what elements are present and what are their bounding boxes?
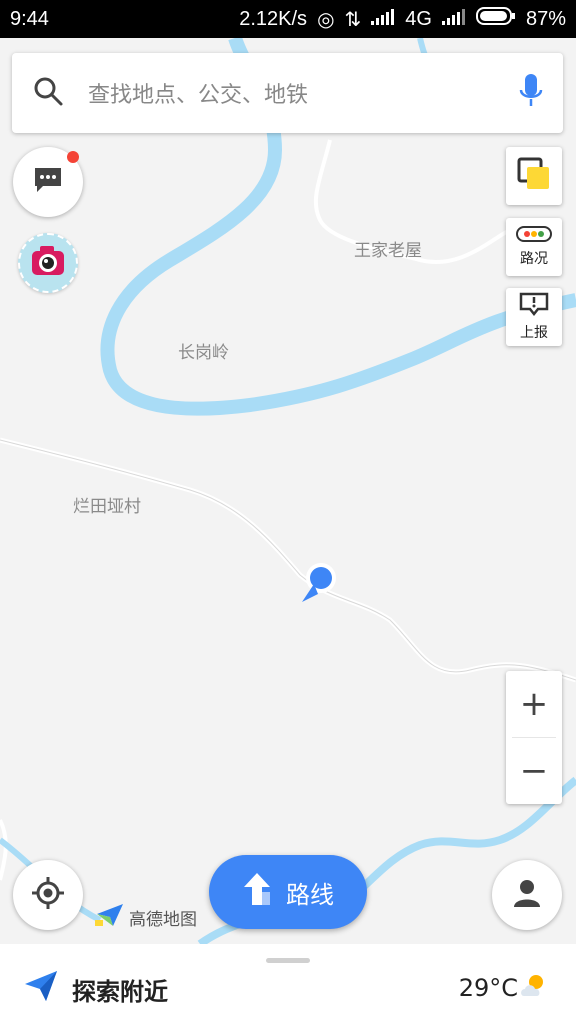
road [0,437,576,683]
status-bar: 9:44 2.12K/s ◎ ⇅ 4G 87% [0,0,576,38]
locate-button[interactable] [13,860,83,930]
zoom-out-button[interactable]: − [506,738,562,804]
search-bar[interactable]: 查找地点、公交、地铁 [12,53,563,133]
weather-temperature: 29°C [458,974,518,1002]
user-icon [513,878,541,912]
signal-icon [371,8,395,31]
drag-handle[interactable] [266,958,310,963]
search-placeholder[interactable]: 查找地点、公交、地铁 [88,77,519,109]
microphone-icon[interactable] [519,73,543,113]
camera-button[interactable] [18,233,78,293]
message-button[interactable] [13,147,83,217]
place-label: 王家老屋 [354,241,422,261]
traffic-button[interactable]: 路况 [506,218,562,276]
partly-cloudy-icon [520,972,548,1004]
road [0,819,8,881]
explore-nearby[interactable]: 探索附近 [24,970,168,1008]
place-label: 长岗岭 [178,343,229,363]
paper-plane-icon [24,970,58,1008]
amap-logo: 高德地图 [95,902,197,933]
report-icon [519,292,549,320]
battery-icon [475,7,516,31]
layers-button[interactable] [506,147,562,205]
layers-icon [517,157,551,195]
amap-logo-icon [95,902,125,933]
hotspot-icon: ◎ [317,8,335,31]
zoom-control: + − [506,671,562,804]
explore-label: 探索附近 [72,977,168,1006]
locate-icon [31,876,65,914]
report-label: 上报 [520,325,548,341]
data-transfer-icon: ⇅ [344,8,362,31]
bottom-panel[interactable]: 探索附近 29°C [0,944,576,1024]
signal-icon-2 [441,8,466,31]
traffic-label: 路况 [520,251,548,267]
profile-button[interactable] [492,860,562,930]
traffic-light-icon [516,226,552,246]
notification-dot [67,151,79,163]
network-speed: 2.12K/s [239,7,308,30]
report-button[interactable]: 上报 [506,288,562,346]
map-canvas [0,38,576,944]
network-type: 4G [405,7,432,30]
status-time: 9:44 [10,7,49,30]
zoom-in-button[interactable]: + [506,671,562,737]
search-icon [32,75,64,111]
amap-logo-text: 高德地图 [129,910,197,930]
route-arrow-icon [242,872,272,912]
message-icon [33,166,63,198]
battery-level: 87% [525,7,566,30]
route-label: 路线 [286,880,334,909]
camera-icon [30,245,66,281]
map-view[interactable]: 王家老屋 长岗岭 烂田垭村 [0,38,576,944]
place-label: 烂田垭村 [73,497,141,517]
route-button[interactable]: 路线 [209,855,367,929]
weather-widget[interactable]: 29°C [459,972,548,1004]
